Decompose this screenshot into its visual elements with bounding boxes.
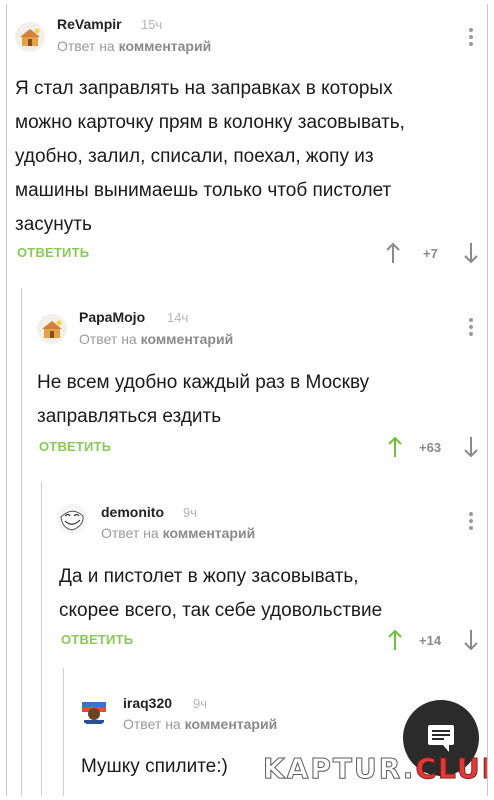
comment-thread: ReVampir 15ч Ответ на комментарий Я стал…: [6, 4, 488, 796]
reply-prefix: Ответ на: [123, 716, 181, 732]
comment-author[interactable]: iraq320: [123, 695, 172, 711]
watermark-accent: CLUB: [415, 752, 487, 786]
site-watermark: KAPTUR.CLUB: [262, 752, 487, 786]
watermark-main: KAPTUR.: [262, 752, 416, 786]
reply-target-link[interactable]: комментарий: [185, 716, 278, 732]
comment-4: iraq320 9ч Ответ на комментарий Мушку сп…: [7, 4, 487, 796]
comment-time: 9ч: [193, 696, 208, 711]
bear-logo-avatar-icon[interactable]: [79, 696, 109, 726]
reply-to-line: Ответ на комментарий: [123, 716, 277, 732]
